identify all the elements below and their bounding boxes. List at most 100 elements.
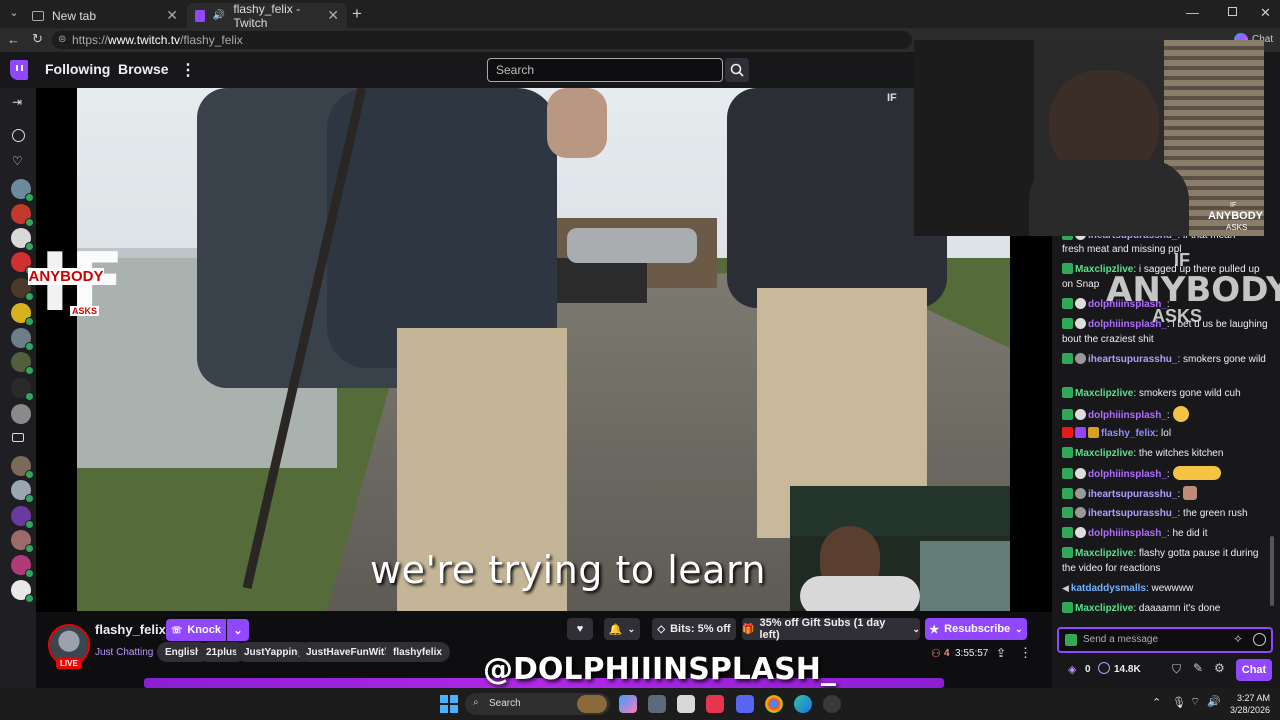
audio-icon[interactable]: 🔊 xyxy=(213,10,225,21)
chevron-down-icon: ⌄ xyxy=(627,623,636,634)
refresh-icon[interactable]: ↻ xyxy=(32,31,43,47)
close-tab-icon[interactable]: ✕ xyxy=(166,7,178,24)
chat-send-button[interactable]: Chat xyxy=(1236,659,1272,681)
resubscribe-label: Resubscribe xyxy=(944,623,1011,635)
settings-gear-icon[interactable]: ⚙ xyxy=(1214,661,1225,675)
knock-dropdown[interactable]: ⌄ xyxy=(227,619,249,641)
minimize-icon[interactable]: — xyxy=(1186,5,1199,20)
stream-uptime: 3:55:57 xyxy=(955,648,989,659)
emote xyxy=(1183,486,1198,500)
channel-avatar[interactable] xyxy=(11,456,34,479)
cam-logo-asks: ASKS xyxy=(1226,223,1248,232)
settings-app-icon[interactable] xyxy=(648,695,666,713)
tab-list-icon[interactable]: ⌄ xyxy=(6,6,22,22)
overlay-handle-text: @DOLPHIIINSPLASH_ xyxy=(483,652,836,687)
chrome-app-icon[interactable] xyxy=(765,695,783,713)
recommended-icon[interactable] xyxy=(12,129,25,142)
channel-avatar[interactable] xyxy=(11,352,34,375)
channel-name[interactable]: flashy_felix xyxy=(95,622,166,637)
chat-badge-icon[interactable] xyxy=(1065,634,1077,646)
more-menu-icon[interactable]: ⋮ xyxy=(180,60,196,80)
channel-avatar[interactable] xyxy=(11,204,34,227)
bits-offer-button[interactable]: ◇ Bits: 5% off xyxy=(652,618,736,640)
edge-app-icon[interactable] xyxy=(794,695,812,713)
url-host: www.twitch.tv xyxy=(108,33,181,47)
search-button[interactable] xyxy=(725,58,749,82)
tab-twitch[interactable]: 🔊 flashy_felix - Twitch ✕ xyxy=(187,1,347,30)
bits-icon[interactable] xyxy=(1098,662,1110,674)
new-tab-icon xyxy=(32,10,44,21)
search-input[interactable]: Search xyxy=(487,58,723,82)
chat-message: iheartsupurasshu_: the green rush xyxy=(1062,506,1272,521)
copilot-app-icon[interactable] xyxy=(619,695,637,713)
url-field[interactable]: ⊜ https://www.twitch.tv/flashy_felix xyxy=(52,31,912,49)
following-heart-icon[interactable]: ♡ xyxy=(12,154,23,168)
channel-points-icon[interactable]: ◈ xyxy=(1068,663,1076,676)
nav-browse[interactable]: Browse xyxy=(118,61,169,77)
wifi-icon[interactable]: ⌔ xyxy=(1190,695,1200,709)
chat-input[interactable]: Send a message ✧ xyxy=(1057,627,1273,653)
tray-chevron-icon[interactable]: ⌃ xyxy=(1152,696,1161,709)
shield-icon[interactable]: ⛉ xyxy=(1172,662,1181,677)
twitch-logo-icon[interactable] xyxy=(10,60,28,80)
emote xyxy=(1172,406,1189,422)
more-options-icon[interactable]: ⋮ xyxy=(1019,645,1032,661)
channel-avatar[interactable] xyxy=(11,179,34,202)
search-placeholder: Search xyxy=(496,63,535,77)
store-app-icon[interactable] xyxy=(677,695,695,713)
maximize-icon[interactable] xyxy=(1228,7,1237,16)
channel-avatar[interactable] xyxy=(11,555,34,578)
nav-following[interactable]: Following xyxy=(45,61,110,77)
live-badge: LIVE xyxy=(56,658,82,669)
volume-icon[interactable]: 🔊 xyxy=(1207,695,1221,708)
share-icon[interactable]: ⇪ xyxy=(996,646,1006,660)
stream-category[interactable]: Just Chatting xyxy=(95,647,153,658)
close-tab-icon[interactable]: ✕ xyxy=(327,7,339,24)
channel-avatar[interactable] xyxy=(11,580,34,603)
chat-message: ◀ katdaddysmalls: wewwww xyxy=(1062,583,1194,594)
close-window-icon[interactable]: ✕ xyxy=(1260,5,1271,21)
follow-heart-button[interactable]: ♥ xyxy=(567,618,593,640)
channel-avatar[interactable] xyxy=(11,506,34,529)
windows-taskbar: ⌕ Search ⌃ 🎙 ⌔ 🔊 3:27 AM 3/28/2026 xyxy=(0,688,1280,720)
start-button[interactable] xyxy=(440,695,458,713)
clock-time[interactable]: 3:27 AM xyxy=(1230,693,1270,703)
bell-icon: 🔔 xyxy=(608,623,623,636)
taskbar-search[interactable]: ⌕ Search xyxy=(465,693,610,715)
channel-points-value: 0 xyxy=(1085,664,1091,675)
viewer-count-icon: ⚇ xyxy=(931,648,941,660)
channel-avatar[interactable] xyxy=(11,480,34,503)
gift-subs-button[interactable]: 🎁 35% off Gift Subs (1 day left) ⌄ xyxy=(742,617,920,641)
site-info-icon[interactable]: ⊜ xyxy=(58,34,66,45)
resubscribe-button[interactable]: ★ Resubscribe ⌄ xyxy=(925,618,1027,640)
video-camera-icon[interactable] xyxy=(12,433,24,442)
knock-button[interactable]: ☏ Knock xyxy=(166,619,226,641)
expand-rail-icon[interactable]: ⇥ xyxy=(12,95,22,109)
back-icon[interactable]: ← xyxy=(7,32,20,47)
channel-avatar[interactable] xyxy=(11,530,34,553)
tag-flashyfelix[interactable]: flashyfelix xyxy=(385,642,450,662)
music-app-icon[interactable] xyxy=(706,695,724,713)
tab-new-tab[interactable]: New tab ✕ xyxy=(24,3,186,28)
cam-logo-if: IF xyxy=(1230,202,1237,209)
overlay-logo-asks: ASKS xyxy=(1152,306,1203,326)
channel-avatar[interactable] xyxy=(11,378,34,401)
overlay-logo-anybody: ANYBODY xyxy=(1106,270,1280,310)
search-icon xyxy=(730,63,744,77)
video-player[interactable]: IF xyxy=(77,88,1010,611)
microphone-icon[interactable]: 🎙 xyxy=(1172,696,1186,709)
logo-anybody: ANYBODY xyxy=(28,268,104,285)
tab-label: flashy_felix - Twitch xyxy=(233,1,301,30)
new-tab-button[interactable]: + xyxy=(352,4,362,24)
logo-text: IF xyxy=(887,92,897,104)
pencil-icon[interactable]: ✎ xyxy=(1193,661,1203,675)
twitch-favicon xyxy=(195,9,205,22)
app-icon[interactable] xyxy=(823,695,841,713)
clock-date[interactable]: 3/28/2026 xyxy=(1224,705,1270,715)
ai-sparkle-icon[interactable]: ✧ xyxy=(1233,632,1243,646)
emote-picker-icon[interactable] xyxy=(1253,633,1266,646)
notifications-button[interactable]: 🔔 ⌄ xyxy=(604,618,640,640)
chat-footer: ◈ 0 14.8K ⛉ ✎ ⚙ Chat xyxy=(1052,656,1280,684)
discord-app-icon[interactable] xyxy=(736,695,754,713)
channel-avatar[interactable] xyxy=(11,404,31,424)
